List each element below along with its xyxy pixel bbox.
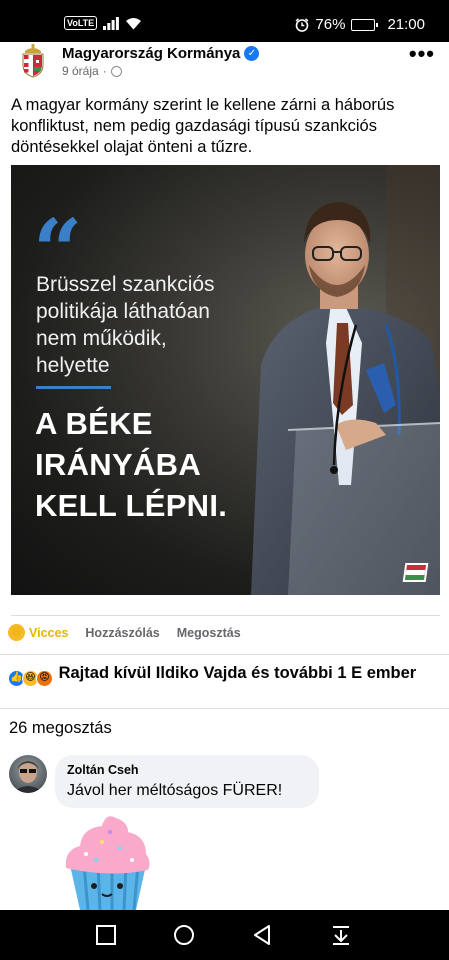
reaction-button[interactable]: 😆 Vicces xyxy=(8,624,68,641)
post-time[interactable]: 9 órája xyxy=(62,64,99,78)
post-text: A magyar kormány szerint le kellene zárn… xyxy=(11,96,395,156)
clock: 21:00 xyxy=(387,16,425,33)
wifi-icon xyxy=(126,17,142,29)
commenter-avatar-image xyxy=(12,761,44,793)
cupcake-sticker xyxy=(65,816,150,910)
action-bar: 😆 Vicces Hozzászólás Megosztás xyxy=(8,624,241,641)
alarm-icon xyxy=(295,17,309,32)
verified-badge-icon: ✓ xyxy=(244,46,260,61)
haha-reaction-icon: 😆 xyxy=(8,624,25,641)
post-image[interactable]: “ Brüsszel szankciós politikája láthatóa… xyxy=(11,165,440,595)
comment-bubble[interactable]: Zoltán Cseh Jávol her méltóságos FÜRER! xyxy=(55,755,319,808)
more-options-icon[interactable]: ••• xyxy=(409,43,435,65)
angry-reaction-icon: 😡 xyxy=(36,669,53,687)
commenter-avatar[interactable] xyxy=(9,755,47,793)
hungarian-flag-logo-icon xyxy=(402,563,429,582)
comment-button[interactable]: Hozzászólás xyxy=(85,626,159,640)
quote-text: Brüsszel szankciós politikája láthatóan … xyxy=(36,273,215,377)
home-icon[interactable] xyxy=(173,924,195,946)
page-avatar-coat-of-arms-icon[interactable] xyxy=(20,44,46,78)
share-button[interactable]: Megosztás xyxy=(177,626,241,640)
volte-indicator: VoLTE xyxy=(64,16,98,30)
reaction-icons: 👍 😆 😡 xyxy=(8,669,53,687)
recent-apps-icon[interactable] xyxy=(95,924,117,946)
reactions-summary[interactable]: 👍 😆 😡 Rajtad kívül Ildiko Vajda és továb… xyxy=(8,662,438,687)
divider-mid xyxy=(0,654,449,655)
divider-bottom xyxy=(0,708,449,709)
public-globe-icon xyxy=(110,65,122,77)
reactions-summary-text: Rajtad kívül Ildiko Vajda és további 1 E… xyxy=(58,664,417,682)
comment-text: Jávol her méltóságos FÜRER! xyxy=(67,782,283,799)
meta-dot: · xyxy=(102,64,107,78)
battery-percent: 76% xyxy=(315,16,346,33)
page-name[interactable]: Magyarország Kormánya ✓ xyxy=(62,45,260,62)
quote-headline: A BÉKE IRÁNYÁBA KELL LÉPNI. xyxy=(35,406,228,523)
page-name-text[interactable]: Magyarország Kormánya xyxy=(62,45,240,62)
status-right: 76% 21:00 xyxy=(295,16,425,33)
back-icon[interactable] xyxy=(251,924,273,946)
reaction-label: Vicces xyxy=(29,625,69,640)
signal-icon xyxy=(103,16,120,30)
battery-icon xyxy=(351,18,379,31)
quote-divider xyxy=(36,386,111,389)
post-meta: 9 órája · xyxy=(62,64,122,78)
divider-top xyxy=(11,615,440,616)
notification-pull-down-icon[interactable] xyxy=(330,924,352,946)
comment-label: Hozzászólás xyxy=(85,625,160,640)
shares-count[interactable]: 26 megosztás xyxy=(9,719,112,738)
status-left: VoLTE xyxy=(64,16,142,30)
share-label: Megosztás xyxy=(176,625,241,640)
post-header: Magyarország Kormánya ✓ 9 órája · ••• xyxy=(0,42,449,86)
comment-author[interactable]: Zoltán Cseh xyxy=(67,763,139,777)
system-nav-bar xyxy=(0,910,449,960)
speaker-photo xyxy=(251,165,440,595)
